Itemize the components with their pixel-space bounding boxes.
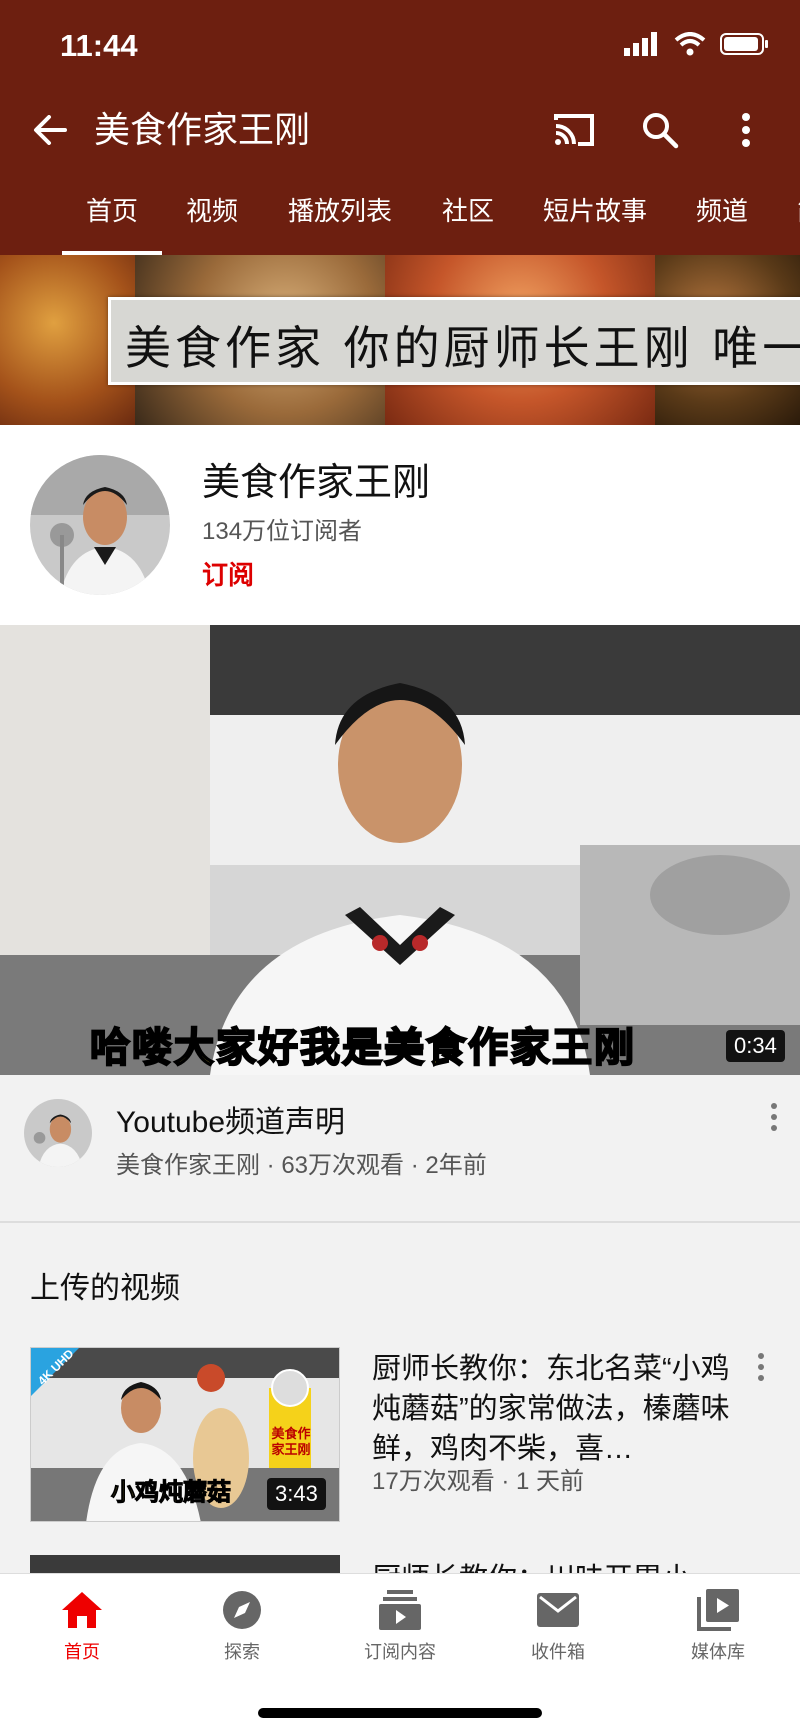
app-bar: 美食作家王刚 <box>0 90 800 170</box>
tab-shorts[interactable]: 短片故事 <box>530 180 660 255</box>
uploads-section: 上传的视频 4K UHD 美食作家王刚 小鸡炖蘑菇 3:43 厨师长教你：东北名… <box>0 1223 800 1573</box>
nav-label: 订阅内容 <box>364 1642 436 1662</box>
video-more-button[interactable] <box>758 1353 764 1381</box>
channel-title: 美食作家王刚 <box>94 109 311 150</box>
video-title[interactable]: 厨师长教你：东北名菜“小鸡炖蘑菇”的家常做法，榛蘑味鲜，鸡肉不柴，喜… <box>372 1349 732 1469</box>
featured-video-thumbnail <box>0 625 800 1075</box>
video-title[interactable]: Youtube频道声明 <box>116 1097 345 1141</box>
inbox-icon <box>537 1593 579 1627</box>
video-thumbnail[interactable] <box>30 1555 340 1575</box>
search-icon <box>643 113 679 149</box>
nav-explore[interactable]: 探索 <box>172 1588 312 1664</box>
cast-icon <box>554 114 594 146</box>
channel-header: 美食作家王刚 134万位订阅者 订阅 <box>0 425 800 625</box>
tab-playlists[interactable]: 播放列表 <box>272 180 408 255</box>
tab-about[interactable]: 简 <box>790 180 800 255</box>
status-time: 11:44 <box>60 28 138 63</box>
video-duration: 0:34 <box>726 1030 785 1062</box>
video-thumbnail[interactable]: 4K UHD 美食作家王刚 小鸡炖蘑菇 3:43 <box>30 1347 340 1522</box>
banner-text: 美食作家 你的厨师长王刚 唯一 <box>125 321 800 375</box>
home-indicator <box>258 1708 542 1718</box>
status-icons <box>624 32 770 56</box>
back-arrow-icon <box>34 115 67 145</box>
subscribe-button[interactable]: 订阅 <box>202 555 254 592</box>
back-button[interactable] <box>24 104 76 156</box>
chef-avatar-image <box>30 455 170 595</box>
nav-label: 探索 <box>224 1642 260 1662</box>
subscriber-count: 134万位订阅者 <box>202 518 363 545</box>
explore-icon <box>223 1591 261 1629</box>
video-meta: 美食作家王刚 · 63万次观看 · 2年前 <box>116 1152 487 1179</box>
battery-icon <box>720 33 768 55</box>
video-caption: 哈喽大家好我是美食作家王刚 <box>89 1025 636 1071</box>
home-icon <box>62 1592 102 1628</box>
channel-avatar-small[interactable] <box>24 1099 92 1167</box>
channel-name: 美食作家王刚 <box>202 462 431 504</box>
channel-tabs: 首页 视频 播放列表 社区 短片故事 频道 简 <box>0 180 800 255</box>
channel-avatar[interactable] <box>30 455 170 595</box>
more-vert-icon <box>758 1353 764 1359</box>
section-title: 上传的视频 <box>30 1272 180 1305</box>
nav-home[interactable]: 首页 <box>12 1588 152 1664</box>
tab-community[interactable]: 社区 <box>428 180 508 255</box>
search-button[interactable] <box>634 104 686 156</box>
video-more-button[interactable] <box>771 1103 777 1131</box>
nav-label: 媒体库 <box>691 1642 745 1662</box>
tab-videos[interactable]: 视频 <box>172 180 252 255</box>
video-title[interactable]: 厨师长教你：川味开胃小 <box>372 1555 691 1575</box>
more-vert-icon <box>742 113 750 147</box>
nav-label: 首页 <box>64 1642 100 1662</box>
top-bar: 11:44 美食作家王刚 首页 视频 播放列表 社区 短片故事 频道 <box>0 0 800 255</box>
featured-video-info[interactable]: Youtube频道声明 美食作家王刚 · 63万次观看 · 2年前 <box>0 1075 800 1223</box>
video-duration: 3:43 <box>267 1478 326 1510</box>
nav-label: 收件箱 <box>531 1642 585 1662</box>
thumbnail-caption: 小鸡炖蘑菇 <box>111 1479 232 1507</box>
video-meta: 17万次观看 · 1 天前 <box>372 1468 585 1495</box>
featured-video-player[interactable]: 哈喽大家好我是美食作家王刚 0:34 <box>0 625 800 1075</box>
subscriptions-icon <box>379 1590 421 1630</box>
thumbnail-logo-text: 美食作家王刚 <box>271 1426 311 1457</box>
list-item[interactable]: 厨师长教你：川味开胃小 <box>0 1555 800 1575</box>
signal-icon <box>624 32 657 56</box>
channel-banner: 美食作家 你的厨师长王刚 唯一 <box>0 255 800 425</box>
wifi-icon <box>674 32 706 56</box>
chef-avatar-image <box>24 1099 92 1167</box>
more-options-button[interactable] <box>720 104 772 156</box>
nav-inbox[interactable]: 收件箱 <box>488 1588 628 1664</box>
nav-subscriptions[interactable]: 订阅内容 <box>330 1588 470 1664</box>
tab-home[interactable]: 首页 <box>62 180 162 255</box>
status-bar: 11:44 <box>0 0 800 90</box>
tab-channels[interactable]: 频道 <box>682 180 762 255</box>
nav-library[interactable]: 媒体库 <box>648 1588 788 1664</box>
banner-title-strip: 美食作家 你的厨师长王刚 唯一 <box>108 297 800 385</box>
cast-button[interactable] <box>548 104 600 156</box>
more-vert-icon <box>771 1103 777 1109</box>
library-icon <box>697 1589 739 1631</box>
